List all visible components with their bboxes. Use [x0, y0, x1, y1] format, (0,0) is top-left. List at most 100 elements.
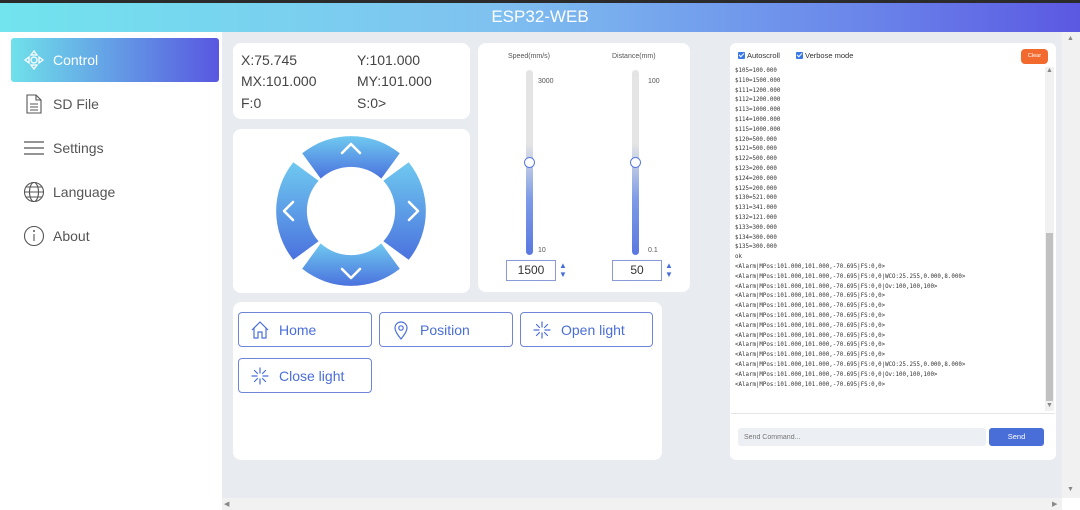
globe-icon — [23, 181, 45, 203]
console-output: $105=100.000 $110=1500.000 $111=1200.000 $1… — [735, 67, 1043, 409]
mx-position: MX:101.000 — [241, 73, 317, 89]
send-button[interactable]: Send — [989, 428, 1044, 446]
scroll-up-icon[interactable]: ▲ — [1046, 67, 1053, 74]
info-icon — [23, 225, 45, 247]
sidebar-item-label: Control — [53, 52, 99, 68]
console-line: $120=500.000 — [735, 136, 777, 143]
light-icon — [531, 319, 553, 341]
console-line: $125=200.000 — [735, 185, 777, 192]
autoscroll-toggle[interactable]: Autoscroll — [738, 51, 780, 60]
console-line: $122=500.000 — [735, 156, 777, 163]
console-line: $123=200.000 — [735, 165, 777, 172]
jog-left-button[interactable] — [276, 162, 319, 260]
distance-min-label: 0.1 — [648, 247, 658, 254]
menu-icon — [23, 137, 45, 159]
stepper-down-icon[interactable]: ▼ — [664, 270, 674, 279]
home-button[interactable]: Home — [238, 312, 372, 347]
jog-pad — [276, 136, 426, 286]
position-label: Position — [420, 321, 470, 338]
scroll-down-icon[interactable]: ▼ — [1067, 486, 1074, 493]
console-line: $121=500.000 — [735, 146, 777, 153]
scroll-left-icon[interactable]: ◀ — [224, 500, 229, 508]
sidebar-item-label: Settings — [53, 140, 104, 156]
console-line: <Alarm|MPos:101.000,101.000,-70.695|FS:0… — [735, 273, 966, 280]
console-line: <Alarm|MPos:101.000,101.000,-70.695|FS:0… — [735, 371, 938, 378]
console-line: <Alarm|MPos:101.000,101.000,-70.695|FS:0… — [735, 381, 886, 388]
console-line: $113=1000.000 — [735, 107, 781, 114]
spindle-state: S:0> — [357, 95, 387, 111]
console-line: <Alarm|MPos:101.000,101.000,-70.695|FS:0… — [735, 293, 886, 300]
close-light-button[interactable]: Close light — [238, 358, 372, 393]
console-divider — [731, 413, 1055, 414]
speed-value-input[interactable]: 1500 — [506, 260, 556, 281]
y-position: Y:101.000 — [357, 52, 421, 68]
home-label: Home — [279, 321, 317, 338]
sidebar-item-control[interactable]: Control — [11, 38, 219, 82]
distance-value-input[interactable]: 50 — [612, 260, 662, 281]
distance-label: Distance(mm) — [612, 53, 656, 60]
scroll-down-icon[interactable]: ▼ — [1046, 402, 1053, 409]
sidebar-item-language[interactable]: Language — [11, 170, 219, 214]
console-line: $124=200.000 — [735, 175, 777, 182]
page-vertical-scrollbar[interactable]: ▲ ▼ — [1062, 32, 1080, 498]
distance-stepper[interactable]: ▲ ▼ — [664, 261, 674, 279]
my-position: MY:101.000 — [357, 73, 432, 89]
sliders-card: Speed(mm/s) Distance(mm) 3000 10 100 0.1… — [478, 43, 690, 292]
open-light-button[interactable]: Open light — [520, 312, 653, 347]
control-icon — [23, 49, 45, 71]
sidebar-item-label: About — [53, 228, 90, 244]
position-button[interactable]: Position — [379, 312, 513, 347]
location-pin-icon — [390, 319, 412, 341]
app-title: ESP32-WEB — [491, 7, 589, 26]
clear-button[interactable]: Clear — [1021, 49, 1048, 64]
console-line: <Alarm|MPos:101.000,101.000,-70.695|FS:0… — [735, 322, 886, 329]
console-line: <Alarm|MPos:101.000,101.000,-70.695|FS:0… — [735, 352, 886, 359]
sidebar-item-label: SD File — [53, 96, 99, 112]
close-light-label: Close light — [279, 367, 345, 384]
x-position: X:75.745 — [241, 52, 298, 68]
stepper-up-icon[interactable]: ▲ — [558, 261, 568, 270]
console-line: $105=100.000 — [735, 68, 777, 74]
console-line: $135=300.000 — [735, 244, 777, 251]
jog-card — [233, 129, 470, 293]
app-header: ESP32-WEB — [0, 3, 1080, 32]
scroll-up-icon[interactable]: ▲ — [1067, 35, 1074, 42]
console-line: <Alarm|MPos:101.000,101.000,-70.695|FS:0… — [735, 312, 886, 319]
console-line: $112=1200.000 — [735, 97, 781, 104]
file-icon — [23, 93, 45, 115]
jog-up-button[interactable] — [302, 136, 400, 179]
verbose-checkbox[interactable] — [796, 52, 803, 59]
console-line: $110=1500.000 — [735, 77, 781, 84]
jog-down-button[interactable] — [302, 243, 400, 286]
autoscroll-label: Autoscroll — [747, 51, 780, 60]
console-line: $131=341.000 — [735, 205, 777, 212]
speed-max-label: 3000 — [538, 78, 554, 85]
feed-rate: F:0 — [241, 95, 262, 111]
speed-slider-handle[interactable] — [524, 156, 535, 168]
sidebar-item-sd-file[interactable]: SD File — [11, 82, 219, 126]
console-scrollbar-thumb[interactable] — [1046, 233, 1053, 401]
sidebar-item-settings[interactable]: Settings — [11, 126, 219, 170]
console-line: <Alarm|MPos:101.000,101.000,-70.695|FS:0… — [735, 361, 966, 368]
sidebar-item-label: Language — [53, 184, 116, 200]
stepper-down-icon[interactable]: ▼ — [558, 270, 568, 279]
stepper-up-icon[interactable]: ▲ — [664, 261, 674, 270]
console-line: <Alarm|MPos:101.000,101.000,-70.695|FS:0… — [735, 342, 886, 349]
scroll-right-icon[interactable]: ▶ — [1052, 500, 1057, 508]
console-line: $115=1000.000 — [735, 126, 781, 133]
verbose-toggle[interactable]: Verbose mode — [796, 51, 853, 60]
speed-min-label: 10 — [538, 247, 546, 254]
coordinates-card: X:75.745 Y:101.000 MX:101.000 MY:101.000… — [233, 43, 470, 119]
console-line: <Alarm|MPos:101.000,101.000,-70.695|FS:0… — [735, 263, 886, 270]
jog-right-button[interactable] — [383, 162, 426, 260]
console-line: $111=1200.000 — [735, 87, 781, 94]
console-line: <Alarm|MPos:101.000,101.000,-70.695|FS:0… — [735, 332, 886, 339]
page-horizontal-scrollbar[interactable]: ◀ ▶ — [222, 498, 1062, 510]
speed-stepper[interactable]: ▲ ▼ — [558, 261, 568, 279]
sidebar-item-about[interactable]: About — [11, 214, 219, 258]
command-input[interactable] — [738, 428, 986, 446]
distance-max-label: 100 — [648, 78, 660, 85]
distance-slider-handle[interactable] — [630, 156, 641, 168]
autoscroll-checkbox[interactable] — [738, 52, 745, 59]
home-icon — [249, 319, 271, 341]
